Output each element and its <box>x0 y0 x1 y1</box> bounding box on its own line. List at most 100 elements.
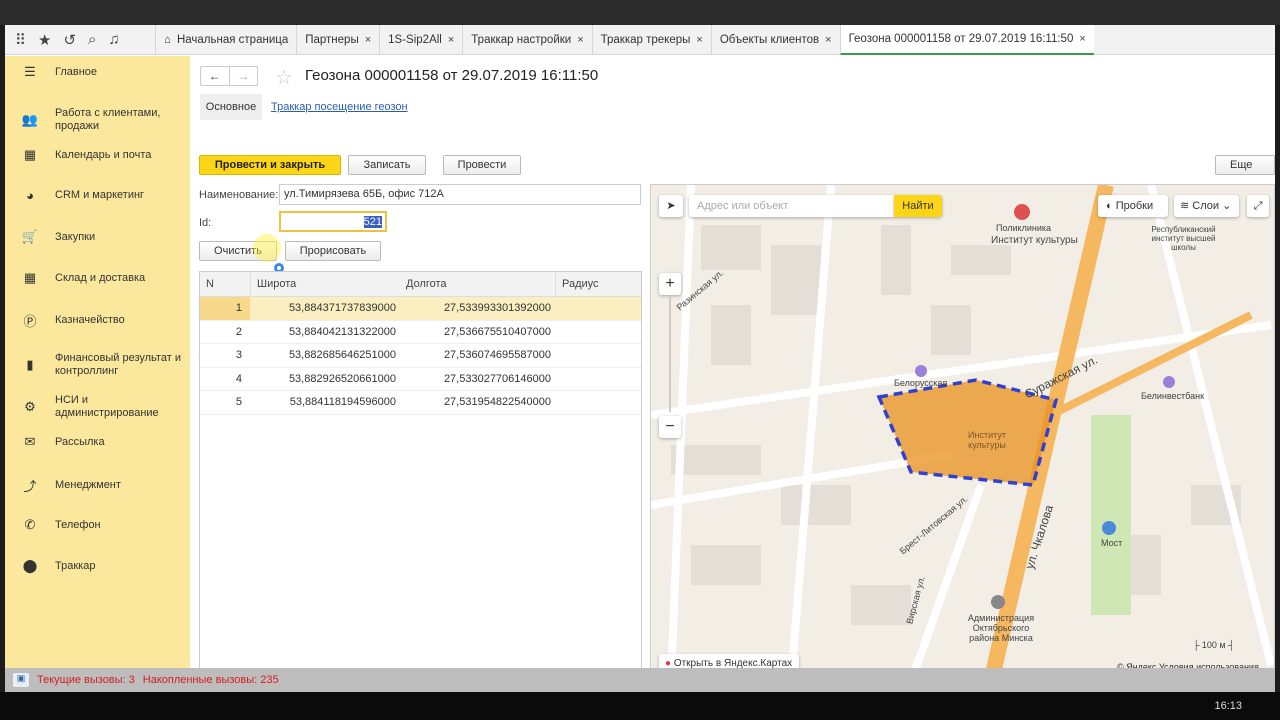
tab-geozone[interactable]: Геозона 000001158 от 29.07.2019 16:11:50… <box>839 25 1094 55</box>
close-icon[interactable]: × <box>448 34 454 46</box>
favorite-star-icon[interactable]: ☆ <box>275 65 293 90</box>
sidebar-item[interactable]: ⬤ Траккар <box>5 558 190 574</box>
cell-latitude: 53,884371737839000 <box>288 302 396 314</box>
close-icon[interactable]: × <box>1079 33 1085 45</box>
bell-icon[interactable]: ♫ <box>108 31 119 48</box>
zoom-slider[interactable] <box>669 297 671 412</box>
table-row[interactable]: 1 53,884371737839000 27,533993301392000 <box>200 297 641 321</box>
zoom-in-button[interactable]: + <box>659 273 681 295</box>
draw-button[interactable]: Прорисовать <box>285 241 381 261</box>
app-window: ⠿ ★ ↺ ⌕ ♫ ⌂ Начальная страница Партнеры × … <box>5 25 1275 681</box>
geolocation-icon[interactable]: ➤ <box>659 195 683 217</box>
cell-longitude: 27,536074695587000 <box>443 349 551 361</box>
zoom-out-button[interactable]: − <box>659 416 681 438</box>
tab-label: Партнеры <box>305 34 359 46</box>
favorites-star-icon[interactable]: ★ <box>38 31 51 49</box>
sidebar-item[interactable]: ⚙ НСИ и администрирование <box>5 394 190 420</box>
sidebar-item[interactable]: ▦ Склад и доставка <box>5 270 190 286</box>
layers-button[interactable]: ≋ Слои ⌄ <box>1174 195 1239 217</box>
sidebar-icon: ▦ <box>23 270 37 285</box>
sidebar-item[interactable]: ▮ Финансовый результат и контроллинг <box>5 352 190 378</box>
close-icon[interactable]: × <box>825 34 831 46</box>
column-longitude[interactable]: Долгота <box>400 272 555 296</box>
tab-label: Объекты клиентов <box>719 34 820 46</box>
taskbar: 16:13 <box>0 692 1280 720</box>
close-icon[interactable]: × <box>365 34 371 46</box>
sidebar-item-label: Склад и доставка <box>55 271 146 284</box>
sidebar-item[interactable]: 👥 Работа с клиентами, продажи <box>5 107 190 133</box>
tab-traccar-trackers[interactable]: Траккар трекеры × <box>591 25 711 55</box>
cell-radius <box>555 368 641 391</box>
cell-n: 2 <box>235 325 242 338</box>
map-scale: ├ 100 м ┤ <box>1193 640 1235 650</box>
cell-radius <box>555 391 641 414</box>
post-and-close-button[interactable]: Провести и закрыть <box>199 155 341 175</box>
sidebar: ☰ Главное 👥 Работа с клиентами, продажи ▦ Кал… <box>5 56 190 668</box>
nav-buttons: ← → <box>200 66 258 86</box>
subtab-main[interactable]: Основное <box>200 94 262 120</box>
close-icon[interactable]: × <box>696 34 702 46</box>
map-label: Поликлиника <box>996 223 1052 233</box>
connection-icon[interactable]: ▣ <box>13 673 29 687</box>
window-title-bar <box>0 0 1280 25</box>
map-label: Белинвестбанк <box>1141 391 1205 401</box>
table-row[interactable]: 3 53,882685646251000 27,536074695587000 <box>200 344 641 368</box>
sidebar-item[interactable]: ☰ Главное <box>5 64 190 80</box>
tab-home[interactable]: ⌂ Начальная страница <box>155 25 296 55</box>
id-field[interactable]: 521 <box>279 211 387 232</box>
sidebar-item[interactable]: ▦ Календарь и почта <box>5 147 190 163</box>
sidebar-item[interactable]: Ⓟ Казначейство <box>5 311 190 330</box>
table-row[interactable]: 4 53,882926520661000 27,533027706146000 <box>200 368 641 391</box>
tab-sip2all[interactable]: 1S-Sip2All × <box>379 25 462 55</box>
cell-n: 5 <box>235 396 242 408</box>
sidebar-item[interactable]: ⤴ Менеджмент <box>5 476 190 495</box>
sidebar-item[interactable]: ◕ CRM и маркетинг <box>5 188 190 203</box>
cell-n: 4 <box>235 372 242 385</box>
status-bar: ▣ Текущие вызовы: 3 Накопленные вызовы: … <box>5 668 1275 692</box>
close-icon[interactable]: × <box>577 34 583 46</box>
sidebar-item[interactable]: 🛒 Закупки <box>5 229 190 245</box>
sidebar-icon: ⚙ <box>24 399 36 414</box>
tab-traccar-settings[interactable]: Траккар настройки × <box>462 25 591 55</box>
sidebar-item-label: Траккар <box>55 559 96 572</box>
column-latitude[interactable]: Широта <box>250 272 400 296</box>
yandex-map[interactable]: Поликлиника Институт культуры Республика… <box>650 184 1275 681</box>
sidebar-icon: 🛒 <box>21 229 39 244</box>
save-button[interactable]: Записать <box>348 155 426 175</box>
map-search-button[interactable]: Найти <box>894 195 942 217</box>
post-button[interactable]: Провести <box>443 155 521 175</box>
cell-radius <box>555 321 641 344</box>
forward-arrow-icon[interactable]: → <box>228 67 258 85</box>
sidebar-item[interactable]: ✉ Рассылка <box>5 434 190 450</box>
name-field[interactable]: ул.Тимирязева 65Б, офис 712А <box>279 184 641 205</box>
map-search-input[interactable]: Адрес или объект <box>689 195 894 217</box>
column-n[interactable]: N <box>200 272 250 296</box>
traffic-button[interactable]: ◐ Пробки <box>1098 195 1168 217</box>
more-button[interactable]: Еще <box>1215 155 1275 175</box>
tab-label: Геозона 000001158 от 29.07.2019 16:11:50 <box>848 33 1074 45</box>
search-icon[interactable]: ⌕ <box>88 31 96 48</box>
sidebar-item-label: Закупки <box>55 230 96 243</box>
cell-latitude: 53,884042131322000 <box>288 325 396 338</box>
sidebar-item[interactable]: ✆ Телефон <box>5 517 190 533</box>
map-label: Институт культуры <box>991 235 1078 246</box>
cell-latitude: 53,882926520661000 <box>288 372 396 385</box>
table-row[interactable]: 2 53,884042131322000 27,536675510407000 <box>200 321 641 344</box>
subtab-traccar-visits[interactable]: Траккар посещение геозон <box>271 94 408 120</box>
cell-n: 1 <box>200 297 250 320</box>
name-label: Наименование: <box>199 189 279 201</box>
sidebar-icon: ⬤ <box>22 558 38 573</box>
history-icon[interactable]: ↺ <box>63 31 76 49</box>
cell-longitude: 27,533027706146000 <box>443 372 551 385</box>
column-radius[interactable]: Радиус <box>555 272 641 296</box>
accumulated-calls: Накопленные вызовы: 235 <box>142 674 279 686</box>
tab-partners[interactable]: Партнеры × <box>296 25 379 55</box>
tab-client-objects[interactable]: Объекты клиентов × <box>710 25 840 55</box>
taskbar-clock: 16:13 <box>1214 700 1242 712</box>
back-arrow-icon[interactable]: ← <box>201 67 229 85</box>
map-label: Белорусская <box>894 378 948 388</box>
fullscreen-icon[interactable]: ⤢ <box>1247 195 1269 217</box>
table-row[interactable]: 5 53,884118194596000 27,531954822540000 <box>200 391 641 415</box>
sidebar-item-label: Телефон <box>55 518 101 531</box>
apps-grid-icon[interactable]: ⠿ <box>15 31 26 49</box>
